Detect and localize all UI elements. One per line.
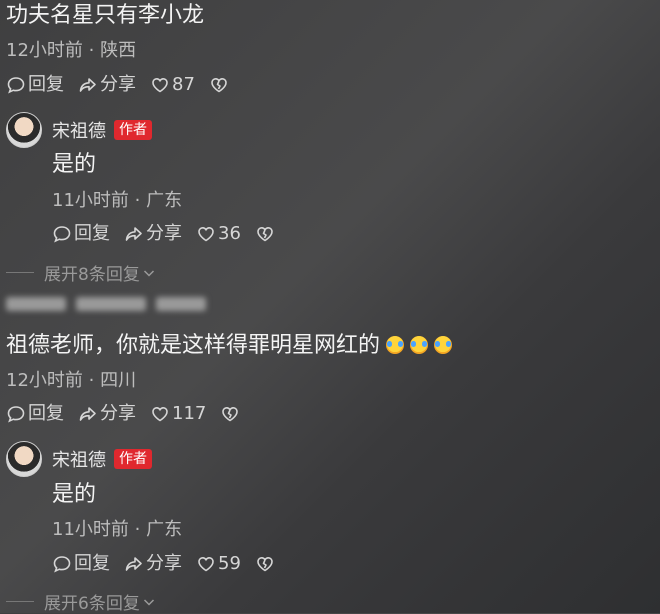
chevron-down-icon — [143, 598, 154, 606]
comment-meta: 12小时前 · 陕西 — [6, 40, 137, 61]
share-arrow-icon — [79, 407, 96, 421]
reply-button[interactable]: 回复 — [6, 73, 64, 97]
share-label: 分享 — [100, 74, 136, 95]
reply-label: 回复 — [28, 74, 64, 95]
share-arrow-icon — [125, 227, 142, 241]
like-count: 117 — [172, 403, 207, 424]
share-button[interactable]: 分享 — [78, 402, 136, 426]
reply-actions: 回复 分享 36 — [52, 222, 291, 246]
like-count: 59 — [218, 553, 241, 574]
avatar[interactable] — [6, 112, 42, 148]
reply-label: 回复 — [28, 403, 64, 424]
broken-heart-icon — [211, 78, 227, 93]
reply-button[interactable]: 回复 — [52, 222, 110, 246]
like-button[interactable]: 36 — [196, 222, 241, 246]
comment-text-content: 祖德老师，你就是这样得罪明星网红的 — [6, 333, 381, 358]
divider — [6, 272, 34, 273]
comment-bubble-icon — [53, 226, 71, 243]
comment-text: 功夫名星只有李小龙 — [6, 3, 205, 28]
reply-label: 回复 — [74, 553, 110, 574]
comment-actions: 回复 分享 87 — [6, 73, 245, 97]
share-label: 分享 — [146, 223, 182, 244]
like-button[interactable]: 87 — [150, 73, 195, 97]
author-badge: 作者 — [114, 449, 152, 469]
reply-header: 宋祖德 作者 — [6, 112, 152, 148]
share-arrow-icon — [125, 557, 142, 571]
comment-bubble-icon — [7, 406, 25, 423]
like-count: 87 — [172, 74, 195, 95]
expand-label: 展开6条回复 — [44, 594, 140, 614]
comment-actions: 回复 分享 117 — [6, 402, 256, 426]
divider — [6, 601, 34, 602]
reply-meta: 11小时前 · 广东 — [52, 519, 183, 540]
reply-actions: 回复 分享 59 — [52, 552, 291, 576]
dislike-button[interactable] — [220, 404, 242, 424]
share-button[interactable]: 分享 — [78, 73, 136, 97]
like-count: 36 — [218, 223, 241, 244]
heart-icon — [152, 406, 168, 422]
share-label: 分享 — [146, 553, 182, 574]
reply-label: 回复 — [74, 223, 110, 244]
share-button[interactable]: 分享 — [124, 222, 182, 246]
reply-meta: 11小时前 · 广东 — [52, 190, 183, 211]
reply-text: 是的 — [52, 482, 97, 507]
heart-icon — [152, 77, 168, 93]
reply-header: 宋祖德 作者 — [6, 441, 152, 477]
reply-text: 是的 — [52, 152, 97, 177]
laughing-tears-emoji — [434, 336, 453, 354]
laughing-tears-emoji — [386, 336, 405, 354]
author-name[interactable]: 宋祖德 — [52, 117, 106, 143]
comment-bubble-icon — [7, 77, 25, 94]
laughing-tears-emoji — [410, 336, 429, 354]
comment-text: 祖德老师，你就是这样得罪明星网红的 — [6, 331, 453, 361]
share-label: 分享 — [100, 403, 136, 424]
share-arrow-icon — [79, 78, 96, 92]
comment-bubble-icon — [53, 556, 71, 573]
like-button[interactable]: 117 — [150, 402, 206, 426]
expand-replies-button[interactable]: 展开6条回复 — [6, 589, 156, 614]
broken-heart-icon — [222, 407, 239, 422]
like-button[interactable]: 59 — [196, 552, 241, 576]
dislike-button[interactable] — [209, 75, 231, 95]
expand-replies-button[interactable]: 展开8条回复 — [6, 260, 156, 285]
broken-heart-icon — [257, 557, 273, 572]
avatar[interactable] — [6, 441, 42, 477]
dislike-button[interactable] — [255, 224, 277, 244]
share-button[interactable]: 分享 — [124, 552, 182, 576]
dislike-button[interactable] — [255, 554, 277, 574]
chevron-down-icon — [143, 269, 154, 277]
author-badge: 作者 — [114, 120, 152, 140]
heart-icon — [198, 556, 214, 572]
redacted-username — [6, 292, 226, 316]
reply-button[interactable]: 回复 — [6, 402, 64, 426]
broken-heart-icon — [257, 227, 273, 242]
heart-icon — [198, 226, 214, 242]
comment-meta: 12小时前 · 四川 — [6, 370, 137, 391]
expand-label: 展开8条回复 — [44, 265, 140, 285]
author-name[interactable]: 宋祖德 — [52, 446, 106, 472]
reply-button[interactable]: 回复 — [52, 552, 110, 576]
